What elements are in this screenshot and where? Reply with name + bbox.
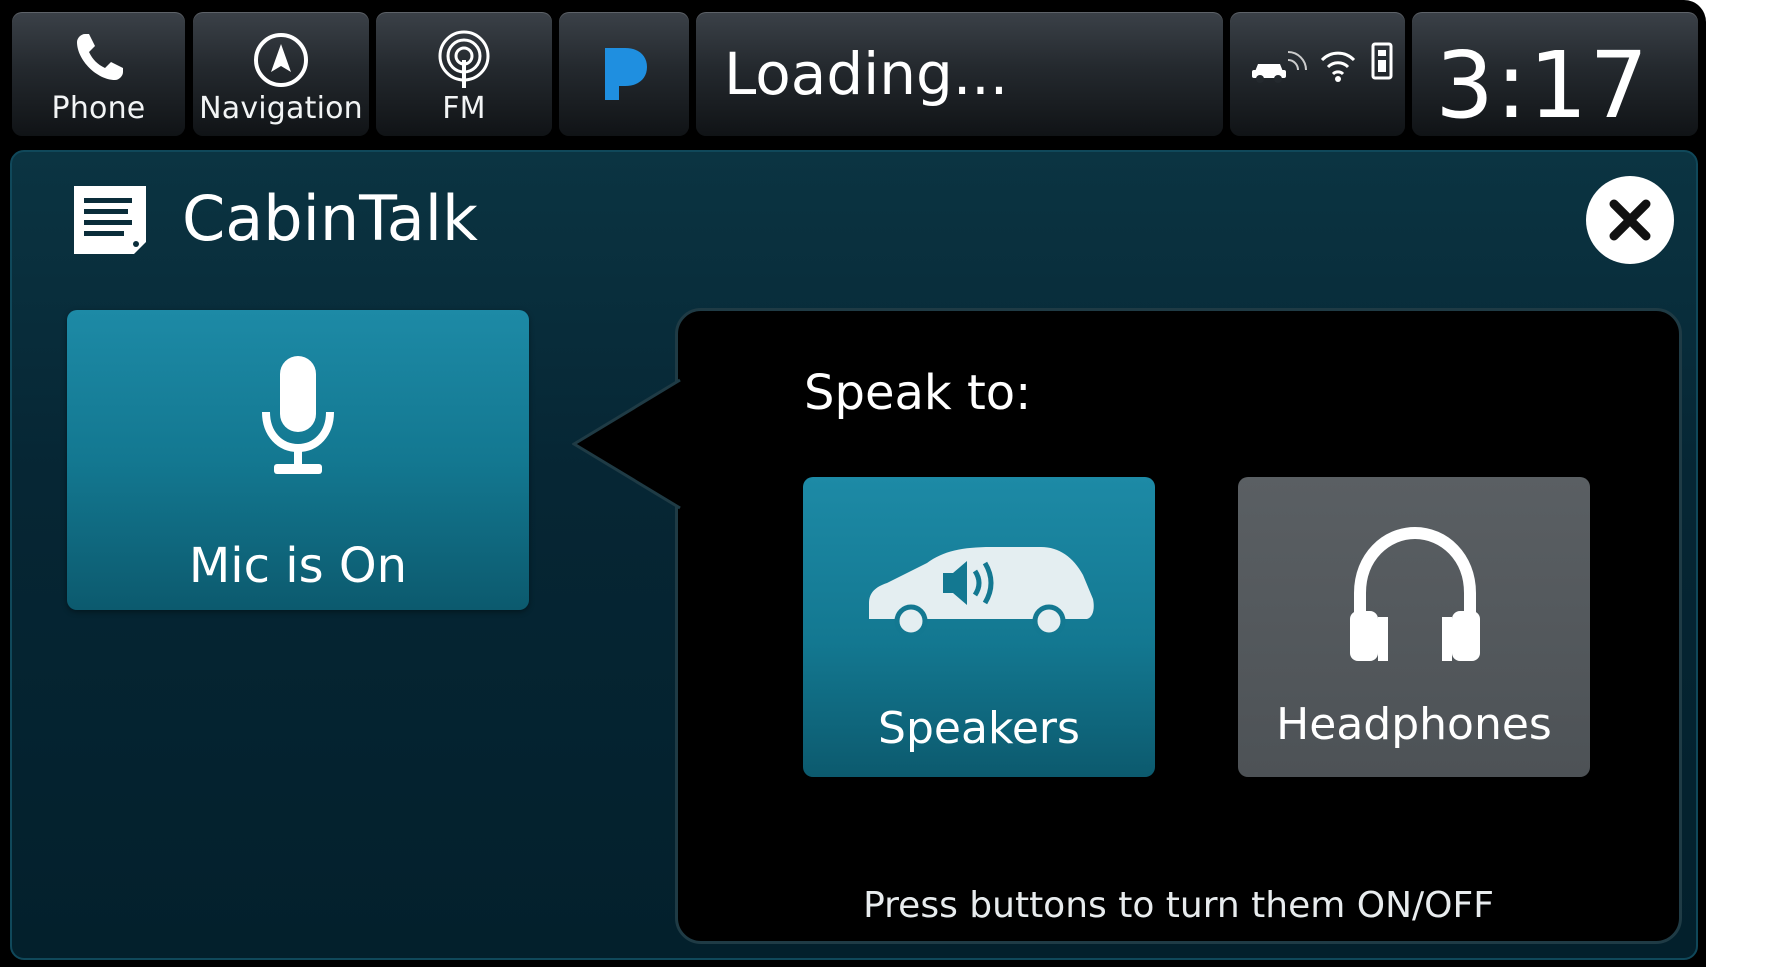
panel-title: CabinTalk: [182, 182, 478, 255]
speakers-button[interactable]: Speakers: [803, 477, 1155, 777]
headphones-icon: [1348, 525, 1482, 669]
usb-icon: [1370, 42, 1394, 86]
hint-text: Press buttons to turn them ON/OFF: [863, 885, 1494, 926]
pandora-icon: [603, 46, 649, 106]
fm-label: FM: [442, 91, 486, 126]
navigation-label: Navigation: [199, 91, 363, 126]
infotainment-screen: Phone Navigation FM Loading... 3:17 Cabi…: [0, 0, 1706, 967]
bubble-tail: [571, 308, 682, 552]
speak-to-card: Speak to: Speakers Headphones Press butt…: [675, 308, 1682, 944]
phone-button[interactable]: Phone: [12, 12, 185, 136]
headphones-label: Headphones: [1276, 699, 1552, 750]
speakers-label: Speakers: [878, 703, 1080, 754]
now-playing-bar[interactable]: Loading...: [696, 12, 1223, 136]
media-source-button[interactable]: [559, 12, 689, 136]
speak-to-title: Speak to:: [804, 365, 1032, 421]
radio-fm-icon: [434, 30, 494, 94]
car-connectivity-icon: [1250, 48, 1310, 88]
phone-label: Phone: [51, 91, 146, 126]
close-button[interactable]: [1586, 176, 1674, 264]
clock-text: 3:17: [1435, 32, 1650, 139]
microphone-icon: [258, 354, 338, 488]
mic-status-label: Mic is On: [188, 538, 408, 594]
navigation-button[interactable]: Navigation: [193, 12, 369, 136]
wifi-icon: [1318, 48, 1358, 88]
mic-toggle-button[interactable]: Mic is On: [67, 310, 529, 610]
close-icon: [1609, 199, 1651, 241]
clock-tile: 3:17: [1412, 12, 1698, 139]
car-speaker-icon: [863, 543, 1097, 643]
cabintalk-panel: CabinTalk Mic is On Speak to: Speakers H…: [10, 150, 1698, 960]
note-icon: [68, 182, 152, 262]
headphones-button[interactable]: Headphones: [1238, 477, 1590, 777]
speak-to-popover: Speak to: Speakers Headphones Press butt…: [571, 308, 1692, 944]
status-indicators: [1230, 12, 1405, 136]
phone-icon: [71, 30, 127, 90]
compass-icon: [251, 30, 311, 94]
fm-button[interactable]: FM: [376, 12, 552, 136]
media-status-text: Loading...: [724, 40, 1009, 108]
